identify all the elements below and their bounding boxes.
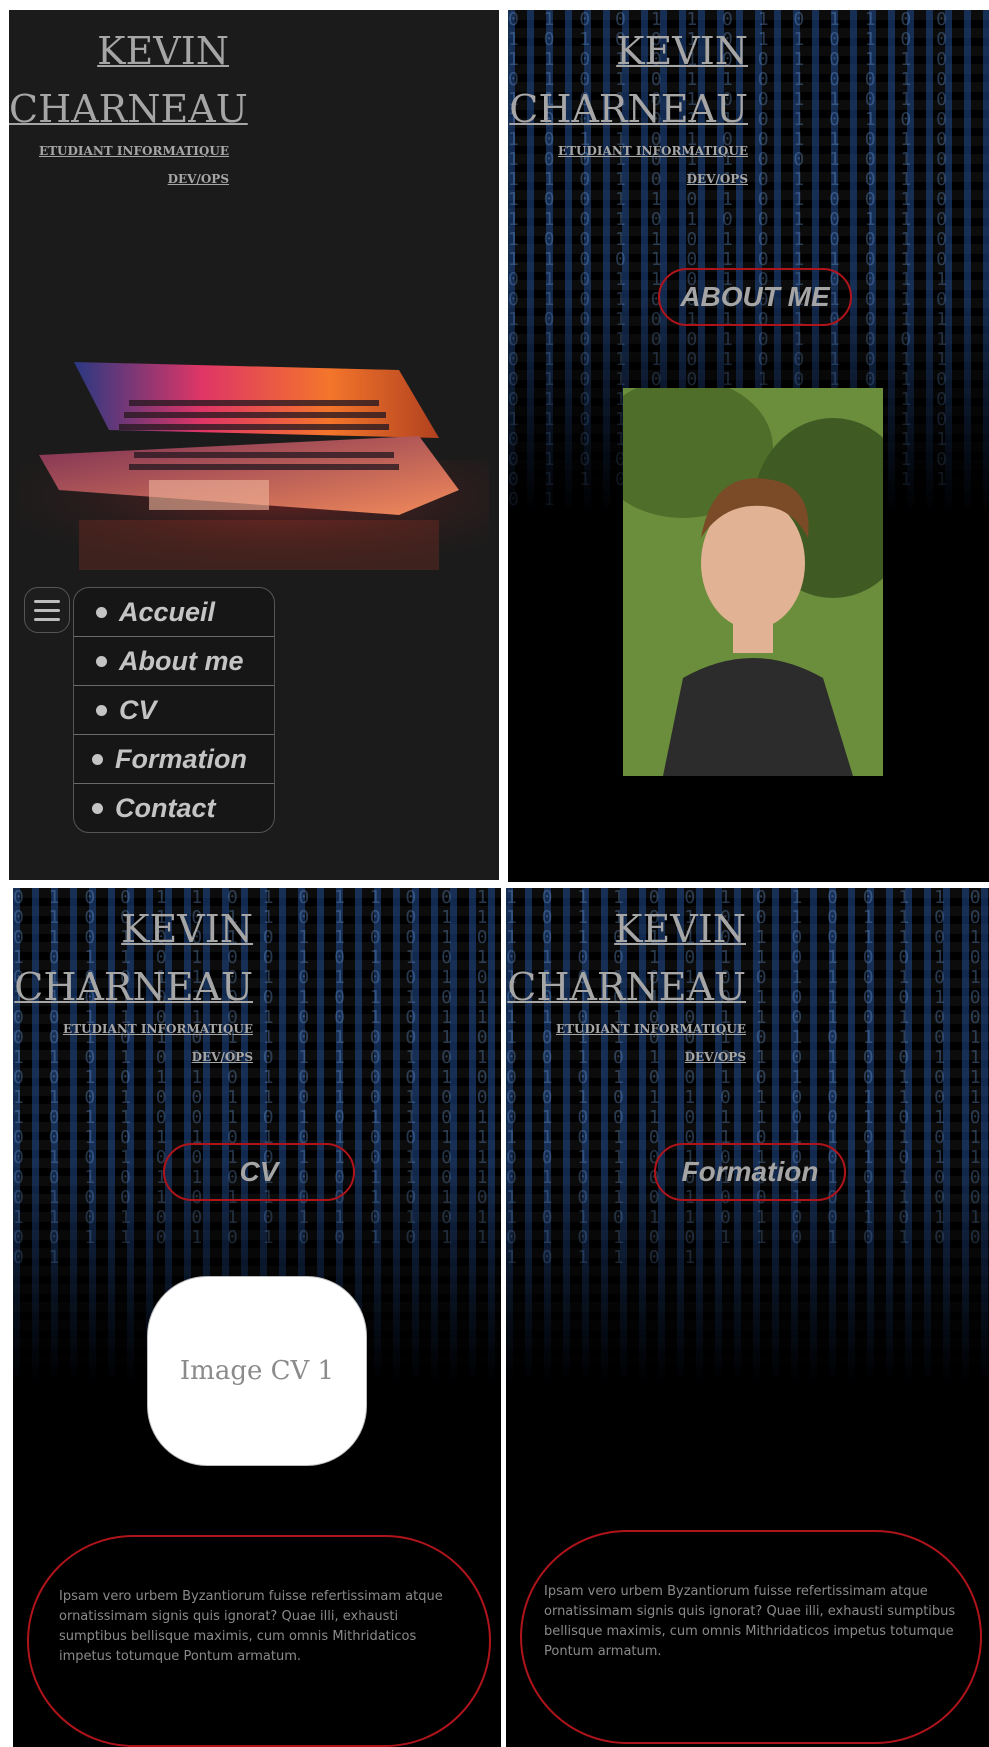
header-subtitle[interactable]: ETUDIANT INFORMATIQUE: [508, 144, 748, 158]
nav-menu: Accueil About me CV Formation Contact: [73, 587, 275, 833]
nav-item-label: About me: [119, 645, 244, 676]
header-first-name[interactable]: KEVIN: [508, 22, 748, 80]
profile-photo: [623, 388, 883, 776]
bullet-icon: [96, 704, 107, 716]
header-subtitle-devops[interactable]: DEV/OPS: [506, 1050, 746, 1064]
cv-image-placeholder[interactable]: Image CV 1: [147, 1276, 367, 1466]
hamburger-icon-bar: [34, 608, 60, 612]
header-subtitle[interactable]: ETUDIANT INFORMATIQUE: [9, 144, 229, 158]
header-subtitle[interactable]: ETUDIANT INFORMATIQUE: [506, 1022, 746, 1036]
formation-screen: 1 0 1 1 0 0 1 0 1 0 0 1 1 0 1 0 1 1 0 1 …: [506, 888, 989, 1747]
menu-toggle-button[interactable]: [24, 587, 70, 633]
header-subtitle-devops[interactable]: DEV/OPS: [9, 172, 229, 186]
nav-item-label: Accueil: [119, 596, 216, 627]
cv-screen: 0 1 0 0 1 1 0 1 0 1 1 0 0 1 0 1 0 0 1 0 …: [13, 888, 501, 1747]
nav-item-about-me[interactable]: About me: [74, 637, 274, 686]
bullet-icon: [96, 606, 107, 618]
site-header: KEVIN CHARNEAU ETUDIANT INFORMATIQUE DEV…: [506, 888, 746, 1064]
header-last-name[interactable]: CHARNEAU: [506, 958, 746, 1016]
header-first-name[interactable]: KEVIN: [13, 900, 253, 958]
bullet-icon: [92, 802, 103, 814]
nav-item-formation[interactable]: Formation: [74, 735, 274, 784]
site-header: KEVIN CHARNEAU ETUDIANT INFORMATIQUE DEV…: [13, 888, 253, 1064]
nav-item-label: CV: [119, 694, 157, 725]
header-subtitle-devops[interactable]: DEV/OPS: [13, 1050, 253, 1064]
laptop-image: [19, 362, 489, 580]
cv-text: Ipsam vero urbem Byzantiorum fuisse refe…: [59, 1589, 443, 1664]
header-last-name[interactable]: CHARNEAU: [9, 80, 248, 138]
nav-item-label: Contact: [115, 792, 216, 823]
bullet-icon: [96, 655, 107, 667]
site-header: KEVIN CHARNEAU ETUDIANT INFORMATIQUE DEV…: [508, 10, 748, 186]
hamburger-icon-bar: [34, 617, 60, 621]
header-first-name[interactable]: KEVIN: [506, 900, 746, 958]
bullet-icon: [92, 753, 103, 765]
header-first-name[interactable]: KEVIN: [9, 22, 229, 80]
section-title-cv: CV: [163, 1143, 355, 1201]
header-subtitle-devops[interactable]: DEV/OPS: [508, 172, 748, 186]
nav-item-label: Formation: [115, 743, 247, 774]
nav-item-accueil[interactable]: Accueil: [74, 588, 274, 637]
formation-text: Ipsam vero urbem Byzantiorum fuisse refe…: [544, 1584, 956, 1659]
cv-text-box: Ipsam vero urbem Byzantiorum fuisse refe…: [27, 1535, 491, 1747]
home-screen: KEVIN CHARNEAU ETUDIANT INFORMATIQUE DEV…: [9, 10, 499, 880]
nav-item-contact[interactable]: Contact: [74, 784, 274, 832]
site-header: KEVIN CHARNEAU ETUDIANT INFORMATIQUE DEV…: [9, 10, 248, 186]
about-screen: 0 1 0 0 1 1 0 1 0 1 1 0 0 1 0 1 0 0 1 0 …: [508, 10, 989, 882]
section-title-formation: Formation: [654, 1143, 846, 1201]
nav-item-cv[interactable]: CV: [74, 686, 274, 735]
hamburger-icon: [34, 599, 60, 603]
header-subtitle[interactable]: ETUDIANT INFORMATIQUE: [13, 1022, 253, 1036]
header-last-name[interactable]: CHARNEAU: [13, 958, 253, 1016]
section-title-about: ABOUT ME: [658, 268, 852, 326]
header-last-name[interactable]: CHARNEAU: [508, 80, 748, 138]
formation-text-box: Ipsam vero urbem Byzantiorum fuisse refe…: [520, 1530, 982, 1744]
